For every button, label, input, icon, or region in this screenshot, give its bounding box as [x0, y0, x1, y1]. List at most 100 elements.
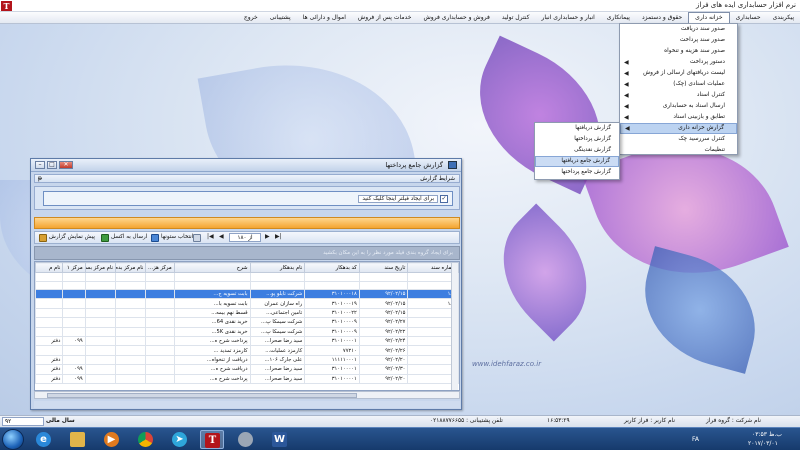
taskbar-faraz-app[interactable]: T — [200, 430, 224, 449]
table-row[interactable]: ۱۸۱۹۲/۰۲/۱۵۳۱۰۱۰۰۰۱۹راه سازان عمرانبابت … — [35, 298, 459, 309]
taskbar-ie[interactable]: e — [32, 430, 56, 449]
close-button[interactable]: ✕ — [59, 161, 73, 169]
dropdown-item[interactable]: ارسال اسناد به حسابداری ◀ — [620, 101, 737, 112]
menu-item[interactable]: کنترل تولید — [496, 12, 536, 23]
column-header[interactable]: نام م — [35, 262, 64, 273]
maximize-button[interactable]: □ — [47, 161, 57, 169]
grid-cell[interactable] — [62, 272, 86, 282]
report-window-titlebar[interactable]: گزارش جامع پرداختها – □ ✕ — [31, 159, 461, 172]
grid-cell[interactable] — [84, 281, 117, 290]
dropdown-item[interactable]: گزارش خزانه داری ◀ — [620, 123, 737, 134]
language-indicator[interactable]: FA — [692, 436, 699, 443]
menu-item[interactable]: خزانه داری — [688, 12, 730, 23]
taskbar-word[interactable]: W — [268, 430, 292, 449]
grid-cell[interactable] — [114, 272, 147, 282]
grid-filter-row[interactable] — [35, 272, 459, 282]
preview-icon[interactable] — [39, 234, 47, 242]
grid-cell[interactable] — [145, 281, 175, 290]
filter-field[interactable]: ✓ برای ایجاد فیلتر اینجا کلیک کنید — [43, 191, 453, 206]
excel-icon[interactable] — [101, 234, 109, 242]
export-excel-button[interactable]: ارسال به اکسل — [111, 234, 147, 240]
grid-cell[interactable] — [173, 281, 251, 290]
grid-cell[interactable] — [173, 272, 251, 282]
grid-cell[interactable] — [249, 281, 306, 290]
grid-cell[interactable] — [304, 272, 360, 282]
column-header[interactable]: شرح — [173, 262, 251, 273]
table-row[interactable]: ۱۸۰۹۲/۰۲/۱۵۳۱۰۱۰۰۰۱۸شرکت تابلو پو...بابت… — [35, 288, 459, 300]
table-row[interactable]: ۷۹۲/۰۲/۲۴۳۱۰۱۰۰۰۰۱سید رضا صحرا...پرداخت … — [35, 335, 459, 347]
grid-cell[interactable] — [304, 281, 360, 290]
grid-cell[interactable] — [35, 281, 64, 290]
next-page-icon[interactable]: ▶ — [265, 233, 270, 240]
grid-cell[interactable] — [358, 281, 409, 290]
table-row[interactable]: ۴۹۲/۰۲/۲۲۳۱۰۱۰۰۰۰۹شرکت سیمکا پ...خرید نق… — [35, 326, 459, 337]
table-row[interactable]: ۹۹۲/۰۲/۲۰۱۱۱۱۱۰۰۰۱علی جارک ۱۰۶...دریافت … — [35, 354, 459, 366]
clock-date[interactable]: ۲۰۱۷/۰۳/۰۱ — [748, 440, 778, 447]
column-header[interactable]: مرکز ۱ — [62, 262, 86, 273]
taskbar-explorer[interactable] — [66, 430, 90, 449]
dropdown-item[interactable]: لیست دریافتهای ارسالی از فروش ◀ — [620, 68, 737, 79]
column-header[interactable]: نام مرکز بستا... — [84, 262, 117, 273]
dropdown-item[interactable]: کنترل سررسید چک — [620, 134, 737, 145]
preview-report-button[interactable]: پیش نمایش گزارش — [49, 234, 95, 240]
menu-item[interactable]: انبار و حسابداری انبار — [535, 12, 600, 23]
group-by-area[interactable]: برای ایجاد گروه بندی فیلد مورد نظر را به… — [34, 246, 460, 260]
taskbar-tools[interactable] — [234, 430, 258, 449]
dropdown-item[interactable]: کنترل اسناد ◀ — [620, 90, 737, 101]
dropdown-item[interactable]: تطابق و بازبینی اسناد ◀ — [620, 112, 737, 123]
submenu-item[interactable]: گزارش دریافتها — [535, 123, 619, 134]
select-columns-button[interactable]: انتخاب ستونها — [161, 234, 193, 240]
submenu-item[interactable]: گزارش نقدینگی — [535, 145, 619, 156]
create-filter-link[interactable]: برای ایجاد فیلتر اینجا کلیک کنید — [358, 195, 438, 203]
pin-icon[interactable]: ᵽ — [38, 175, 42, 183]
grid-cell[interactable] — [62, 281, 86, 290]
taskbar-telegram[interactable]: ➤ — [168, 430, 192, 449]
table-row[interactable]: ۳۹۲/۰۲/۲۷۳۱۰۱۰۰۰۰۹شرکت سیمکا پ...خرید نق… — [35, 317, 459, 328]
dropdown-item[interactable]: صدور سند پرداخت — [620, 35, 737, 46]
table-row[interactable]: ۱۲۹۲/۰۲/۲۰۳۱۰۱۰۰۰۰۱سید رضا صحرا...پرداخت… — [35, 373, 459, 384]
column-header[interactable]: مرکز هز... — [145, 262, 175, 273]
column-header[interactable]: کد بدهکار — [304, 262, 360, 273]
menu-item[interactable]: حسابداری — [730, 12, 767, 23]
dropdown-item[interactable]: عملیات اسنادی (چک) ◀ — [620, 79, 737, 90]
grid-cell[interactable] — [114, 281, 147, 290]
menu-item[interactable]: اموال و دارائی ها — [297, 12, 352, 23]
taskbar-chrome[interactable] — [134, 430, 158, 449]
column-header[interactable]: نام مرکز بده... — [114, 262, 147, 273]
submenu-item[interactable]: گزارش جامع دریافتها — [535, 156, 619, 167]
submenu-item[interactable]: گزارش جامع پرداختها — [535, 167, 619, 178]
menu-item[interactable]: فروش و حسابداری فروش — [417, 12, 495, 23]
clock-time[interactable]: ۰۳:۵۳ ب.ظ — [752, 431, 782, 438]
menu-item[interactable]: پیکربندی — [767, 12, 800, 23]
taskbar-media[interactable]: ▶ — [100, 430, 124, 449]
grid-cell[interactable] — [358, 272, 409, 282]
grid-empty-row[interactable] — [35, 281, 459, 290]
menu-item[interactable]: پیمانکاری — [601, 12, 636, 23]
prev-page-icon[interactable]: ◀ — [219, 233, 224, 240]
refresh-icon[interactable] — [193, 234, 201, 242]
report-conditions-header[interactable]: شرایط گزارش ᵽ — [34, 174, 460, 183]
last-page-icon[interactable]: ▶| — [275, 233, 282, 240]
scroll-thumb[interactable] — [47, 393, 357, 398]
submenu-item[interactable]: گزارش پرداختها — [535, 134, 619, 145]
columns-icon[interactable] — [151, 234, 159, 242]
dropdown-item[interactable]: صدور سند هزینه و تنخواه — [620, 46, 737, 57]
menu-item[interactable]: خروج — [238, 12, 264, 23]
dropdown-item[interactable]: صدور سند دریافت — [620, 24, 737, 35]
column-header[interactable]: نام بدهکار — [249, 262, 306, 273]
start-button[interactable] — [2, 429, 24, 450]
grid-cell[interactable] — [145, 272, 175, 282]
filter-checkbox[interactable]: ✓ — [440, 195, 448, 203]
grid-cell[interactable] — [249, 272, 306, 282]
grid-cell[interactable] — [35, 272, 64, 282]
dropdown-item[interactable]: تنظیمات — [620, 145, 737, 156]
table-row[interactable]: ۲۹۲/۰۲/۱۵۳۱۰۱۰۰۰۲۲تامین اجتماعی...قسط نه… — [35, 307, 459, 319]
column-header[interactable]: تاریخ سند — [358, 262, 409, 273]
minimize-button[interactable]: – — [35, 161, 45, 169]
menu-item[interactable]: پشتیبانی — [264, 12, 297, 23]
grid-vertical-scrollbar[interactable] — [451, 263, 458, 390]
grid-cell[interactable] — [84, 272, 117, 282]
fiscal-year-select[interactable]: ۹۲ — [2, 417, 44, 426]
menu-item[interactable]: حقوق و دستمزد — [636, 12, 688, 23]
table-row[interactable]: ۱۱۹۲/۰۲/۳۰۳۱۰۱۰۰۰۰۱سید رضا صحرا...دریافت… — [35, 364, 459, 375]
